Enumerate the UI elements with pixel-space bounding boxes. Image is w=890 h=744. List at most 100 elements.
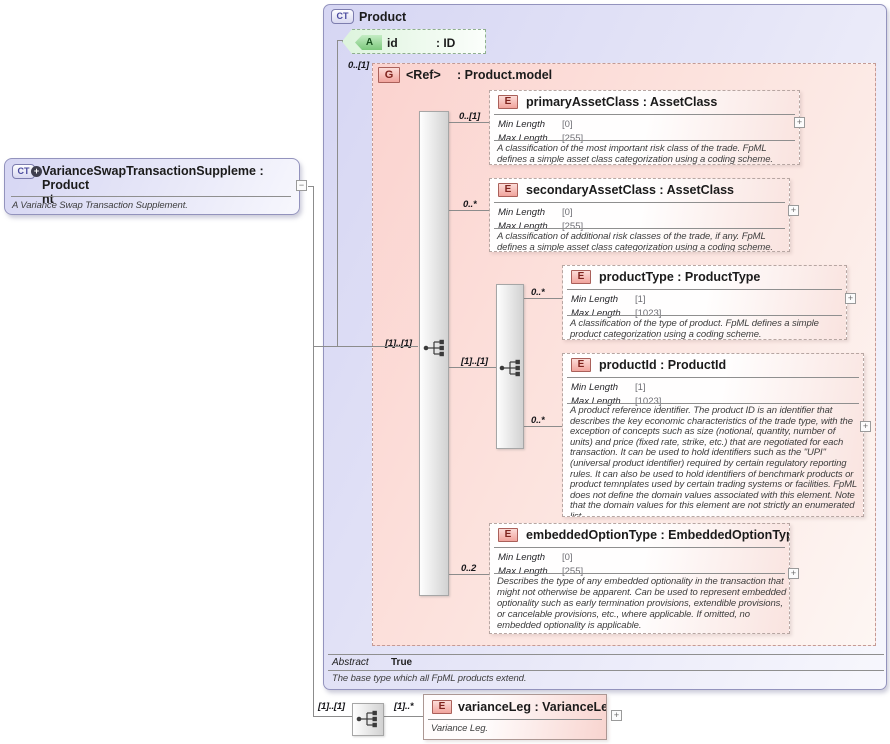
- divider: [328, 670, 884, 671]
- element-type-text: : EmbeddedOptionType: [661, 528, 790, 542]
- sequence-icon: [355, 709, 381, 729]
- divider: [494, 547, 785, 548]
- element-type-text: : ProductId: [660, 358, 726, 372]
- expand-button[interactable]: +: [860, 421, 871, 432]
- cardinality-producttype: 0..*: [531, 287, 544, 298]
- abstract-value: True: [391, 657, 412, 668]
- divider: [567, 377, 859, 378]
- element-name-text: varianceLeg: [458, 700, 531, 714]
- element-description: A product reference identifier. The prod…: [570, 406, 860, 517]
- element-icon: E: [571, 358, 591, 372]
- connector-line: [449, 210, 489, 211]
- element-primaryassetclass[interactable]: E primaryAssetClass : AssetClass Min Len…: [489, 90, 800, 165]
- element-icon: E: [432, 700, 452, 714]
- divider: [494, 202, 785, 203]
- connector-line: [313, 346, 418, 347]
- cardinality-productid: 0..*: [531, 415, 544, 426]
- element-type-text: : AssetClass: [659, 183, 734, 197]
- left-box-title-line1: VarianceSwapTransactionSuppleme : Produc…: [42, 164, 264, 192]
- ct-badge: CT: [331, 9, 354, 24]
- min-length-value: [0]: [562, 552, 573, 563]
- min-length-value: [0]: [562, 207, 573, 218]
- group-type: : Product.model: [457, 68, 552, 82]
- max-length-value: [255]: [562, 221, 583, 232]
- max-length-value: [1023]: [635, 308, 661, 319]
- connector-line: [523, 298, 562, 299]
- element-type-text: : ProductType: [677, 270, 760, 284]
- expand-button[interactable]: +: [788, 205, 799, 216]
- min-length-label: Min Length: [498, 119, 562, 131]
- element-name-text: embeddedOptionType: [526, 528, 657, 542]
- element-producttype[interactable]: E productType : ProductType Min Length[1…: [562, 265, 847, 340]
- connector-line: [449, 574, 489, 575]
- divider: [567, 403, 859, 404]
- collapse-button[interactable]: −: [296, 180, 307, 191]
- divider: [494, 228, 785, 229]
- min-length-label: Min Length: [571, 382, 635, 394]
- min-length-value: [1]: [635, 382, 646, 393]
- element-icon: E: [498, 183, 518, 197]
- complextype-box-product[interactable]: CT Product A id : ID 0..[1] G <Ref> : Pr…: [323, 4, 887, 690]
- group-icon: G: [378, 67, 400, 83]
- element-type-text: : VarianceLeg: [534, 700, 607, 714]
- sequence-icon: [498, 358, 524, 378]
- outer-sequence-cardinality: [1]..[1]: [385, 338, 412, 349]
- complextype-box-varianceswaptransactionsupplement[interactable]: CT+ VarianceSwapTransactionSuppleme : Pr…: [4, 158, 300, 215]
- connector-line: [337, 40, 343, 41]
- varianceleg-sequence-cardinality: [1]..[1]: [318, 701, 345, 712]
- expand-button[interactable]: +: [788, 568, 799, 579]
- expand-button[interactable]: +: [845, 293, 856, 304]
- element-embeddedoptiontype[interactable]: E embeddedOptionType : EmbeddedOptionTyp…: [489, 523, 790, 634]
- element-name: embeddedOptionType : EmbeddedOptionType: [526, 528, 790, 542]
- left-box-description: A Variance Swap Transaction Supplement.: [12, 200, 293, 211]
- element-name-text: productId: [599, 358, 657, 372]
- connector-line: [313, 716, 353, 717]
- max-length-value: [255]: [562, 133, 583, 144]
- element-icon: E: [498, 528, 518, 542]
- min-length-label: Min Length: [498, 552, 562, 564]
- divider: [567, 289, 842, 290]
- divider: [428, 719, 602, 720]
- sequence-icon: [422, 338, 448, 358]
- element-description: Variance Leg.: [431, 723, 600, 734]
- element-description: A classification of additional risk clas…: [497, 231, 788, 252]
- element-name-text: primaryAssetClass: [526, 95, 639, 109]
- complextype-derived-icon: CT+: [12, 164, 42, 182]
- element-name: secondaryAssetClass : AssetClass: [526, 183, 734, 197]
- element-name-text: secondaryAssetClass: [526, 183, 656, 197]
- inner-sequence-cardinality: [1]..[1]: [461, 356, 488, 367]
- connector-line: [449, 122, 489, 123]
- element-type-text: : AssetClass: [643, 95, 718, 109]
- max-length-value: [255]: [562, 566, 583, 577]
- element-name: productId : ProductId: [599, 358, 726, 372]
- element-description: Describes the type of any embedded optio…: [497, 576, 787, 631]
- varianceleg-cardinality: [1]..*: [394, 701, 413, 712]
- connector-line: [449, 367, 497, 368]
- product-footer-description: The base type which all FpML products ex…: [332, 673, 878, 684]
- connector-line: [523, 426, 562, 427]
- element-icon: E: [498, 95, 518, 109]
- expand-button[interactable]: +: [611, 710, 622, 721]
- abstract-label: Abstract: [332, 657, 369, 668]
- cardinality-secondaryassetclass: 0..*: [463, 199, 476, 210]
- element-secondaryassetclass[interactable]: E secondaryAssetClass : AssetClass Min L…: [489, 178, 790, 252]
- connector-line: [337, 40, 338, 347]
- divider: [328, 654, 884, 655]
- attribute-id[interactable]: A id : ID: [342, 29, 486, 54]
- divider: [11, 196, 291, 197]
- divider: [567, 315, 842, 316]
- element-varianceleg[interactable]: E varianceLeg : VarianceLeg Variance Leg…: [423, 694, 607, 740]
- divider: [494, 573, 785, 574]
- element-productid[interactable]: E productId : ProductId Min Length[1] Ma…: [562, 353, 864, 517]
- attribute-icon: A: [355, 35, 382, 50]
- expand-button[interactable]: +: [794, 117, 805, 128]
- attribute-type: : ID: [436, 36, 455, 50]
- complextype-icon: CT: [331, 9, 354, 27]
- connector-line: [313, 186, 314, 717]
- element-name: varianceLeg : VarianceLeg: [458, 700, 607, 714]
- min-length-value: [1]: [635, 294, 646, 305]
- cardinality-primaryassetclass: 0..[1]: [459, 111, 480, 122]
- group-product-model[interactable]: G <Ref> : Product.model [1]..[1] 0..[1] …: [372, 63, 876, 646]
- divider: [494, 114, 795, 115]
- group-name: <Ref>: [406, 68, 441, 82]
